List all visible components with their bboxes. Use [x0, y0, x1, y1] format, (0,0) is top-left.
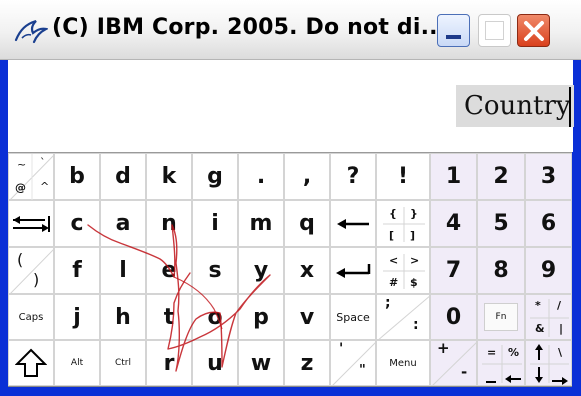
close-button[interactable] [517, 14, 550, 47]
window-title: (C) IBM Corp. 2005. Do not di... [52, 15, 447, 40]
gesture-trace [87, 224, 271, 372]
shark-app-icon [14, 16, 50, 44]
title-bar[interactable]: (C) IBM Corp. 2005. Do not di... [0, 0, 581, 60]
typed-word: Country [456, 85, 574, 127]
minimize-button[interactable] [437, 14, 470, 47]
shorthand-keyboard: ~ ` @ ^ b d k g . , ? ! 1 2 3 c a n i m … [8, 152, 572, 387]
text-entry-area[interactable]: Country [8, 60, 574, 152]
app-window: (C) IBM Corp. 2005. Do not di... Country… [0, 0, 581, 396]
maximize-button[interactable] [478, 14, 511, 47]
text-caret [569, 87, 571, 127]
close-icon [524, 21, 544, 41]
